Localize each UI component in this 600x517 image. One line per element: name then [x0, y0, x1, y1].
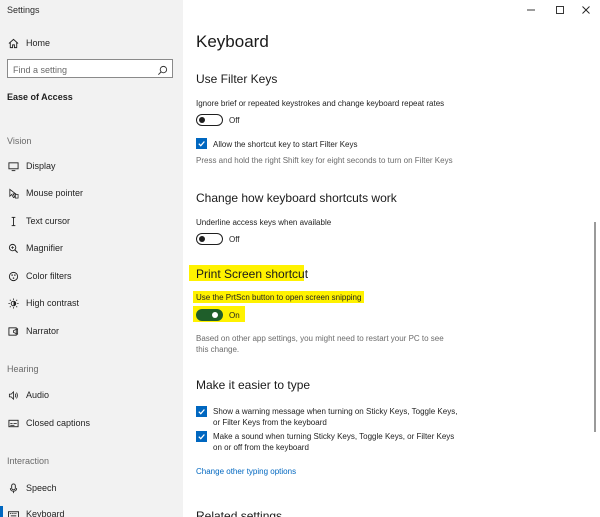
- display-icon: [7, 160, 19, 172]
- sidebar-item-label: High contrast: [26, 298, 80, 308]
- keyboard-icon: [7, 508, 19, 517]
- filter-keys-shortcut-checkbox[interactable]: [196, 138, 207, 149]
- sidebar-item-label: Narrator: [26, 326, 60, 336]
- sidebar-item-label: Audio: [26, 390, 50, 400]
- sticky-keys-warning-line2: or Filter Keys from the keyboard: [213, 418, 327, 427]
- sticky-keys-sound-line1: Make a sound when turning Sticky Keys, T…: [213, 432, 455, 441]
- sidebar: Settings Home Ease of Access Vision Disp…: [0, 0, 183, 517]
- shortcuts-heading: Change how keyboard shortcuts work: [196, 191, 397, 205]
- related-settings-heading: Related settings: [196, 509, 283, 517]
- speech-icon: [7, 482, 19, 494]
- search-icon[interactable]: [157, 63, 168, 75]
- checkmark-icon: [198, 409, 205, 415]
- home-icon: [7, 37, 19, 49]
- print-screen-toggle-state: On: [229, 311, 240, 320]
- sidebar-item-closed-captions[interactable]: Closed captions: [0, 412, 183, 434]
- sidebar-item-magnifier[interactable]: Magnifier: [0, 237, 183, 259]
- shortcuts-description: Underline access keys when available: [196, 218, 332, 227]
- scrollbar-thumb[interactable]: [594, 222, 596, 432]
- underline-access-keys-toggle[interactable]: [196, 233, 223, 245]
- search-box[interactable]: [7, 59, 173, 79]
- text-cursor-icon: [7, 215, 19, 227]
- page-title: Keyboard: [196, 32, 269, 51]
- section-title: Ease of Access: [7, 92, 73, 102]
- magnifier-icon: [7, 242, 19, 254]
- sticky-keys-warning-checkbox[interactable]: [196, 406, 207, 417]
- toggle-knob: [199, 235, 205, 242]
- sticky-keys-warning-line1: Show a warning message when turning on S…: [213, 407, 458, 416]
- search-input[interactable]: [8, 61, 148, 79]
- underline-access-keys-state: Off: [229, 235, 240, 244]
- sticky-keys-sound-line2: on or off from the keyboard: [213, 443, 309, 452]
- filter-keys-shortcut-label: Allow the shortcut key to start Filter K…: [213, 140, 358, 149]
- print-screen-note-line2: this change.: [196, 345, 240, 354]
- toggle-knob: [199, 116, 205, 123]
- sidebar-item-label: Magnifier: [26, 243, 64, 253]
- sidebar-item-display[interactable]: Display: [0, 155, 183, 177]
- print-screen-description: Use the PrtScn button to open screen sni…: [196, 293, 362, 302]
- sidebar-item-high-contrast[interactable]: High contrast: [0, 292, 183, 314]
- print-screen-heading: Print Screen shortcut: [196, 267, 309, 281]
- main-content: Keyboard Use Filter Keys Ignore brief or…: [183, 0, 600, 517]
- checkmark-icon: [198, 434, 205, 440]
- sidebar-item-label: Color filters: [26, 271, 72, 281]
- sticky-keys-sound-checkbox[interactable]: [196, 431, 207, 442]
- filter-keys-toggle[interactable]: [196, 114, 223, 126]
- sidebar-item-text-cursor[interactable]: Text cursor: [0, 210, 183, 232]
- sidebar-item-label: Speech: [26, 483, 57, 493]
- group-label-vision: Vision: [7, 136, 32, 146]
- sidebar-item-narrator[interactable]: Narrator: [0, 320, 183, 342]
- filter-keys-hint: Press and hold the right Shift key for e…: [196, 156, 453, 165]
- easier-typing-heading: Make it easier to type: [196, 378, 311, 392]
- group-label-interaction: Interaction: [7, 456, 50, 466]
- filter-keys-description: Ignore brief or repeated keystrokes and …: [196, 99, 445, 108]
- change-typing-options-link[interactable]: Change other typing options: [196, 467, 296, 476]
- color-filters-icon: [7, 270, 19, 282]
- checkmark-icon: [198, 141, 205, 147]
- sidebar-item-audio[interactable]: Audio: [0, 384, 183, 406]
- group-label-hearing: Hearing: [7, 364, 39, 374]
- sidebar-item-label: Text cursor: [26, 216, 71, 226]
- sidebar-item-speech[interactable]: Speech: [0, 477, 183, 499]
- narrator-icon: [7, 325, 19, 337]
- sidebar-item-label: Keyboard: [26, 509, 65, 517]
- closed-captions-icon: [7, 417, 19, 429]
- sidebar-item-home[interactable]: Home: [0, 32, 183, 54]
- filter-keys-toggle-state: Off: [229, 116, 240, 125]
- sidebar-item-label: Display: [26, 161, 56, 171]
- app-title: Settings: [7, 5, 40, 15]
- sidebar-item-label: Closed captions: [26, 418, 91, 428]
- sidebar-item-keyboard[interactable]: Keyboard: [0, 503, 183, 517]
- filter-keys-heading: Use Filter Keys: [196, 72, 278, 86]
- toggle-knob: [212, 311, 218, 318]
- audio-icon: [7, 389, 19, 401]
- sidebar-item-mouse-pointer[interactable]: Mouse pointer: [0, 182, 183, 204]
- sidebar-item-color-filters[interactable]: Color filters: [0, 265, 183, 287]
- sidebar-item-label: Home: [26, 38, 51, 48]
- print-screen-note-line1: Based on other app settings, you might n…: [196, 334, 444, 343]
- print-screen-toggle[interactable]: [196, 309, 223, 321]
- mouse-pointer-icon: [7, 187, 19, 199]
- sidebar-item-label: Mouse pointer: [26, 188, 84, 198]
- high-contrast-icon: [7, 297, 19, 309]
